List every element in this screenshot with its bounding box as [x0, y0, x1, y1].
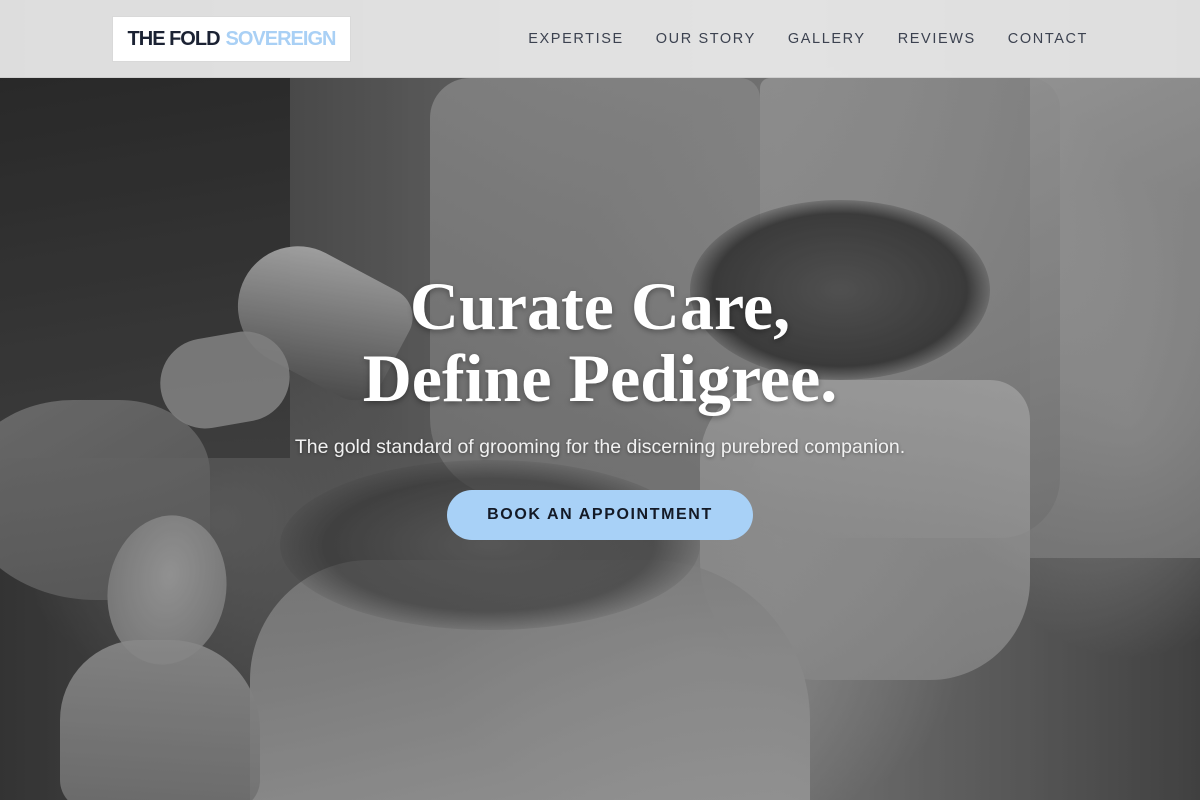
nav-link-contact[interactable]: CONTACT [1008, 31, 1088, 47]
nav-link-reviews[interactable]: REVIEWS [898, 31, 976, 47]
book-appointment-button[interactable]: BOOK AN APPOINTMENT [447, 490, 753, 540]
brand-logo[interactable]: THE FOLD SOVEREIGN [112, 16, 351, 62]
hero-content: Curate Care, Define Pedigree. The gold s… [0, 270, 1200, 540]
hero-headline-line1: Curate Care, [409, 268, 791, 344]
nav-link-gallery[interactable]: GALLERY [788, 31, 866, 47]
hero-headline-line2: Define Pedigree. [362, 340, 838, 416]
brand-name-light: SOVEREIGN [225, 27, 337, 50]
main-nav: EXPERTISE OUR STORY GALLERY REVIEWS CONT… [528, 0, 1088, 78]
nav-link-expertise[interactable]: EXPERTISE [528, 31, 624, 47]
hero-headline: Curate Care, Define Pedigree. [0, 270, 1200, 414]
nav-link-our-story[interactable]: OUR STORY [656, 31, 756, 47]
hero-subheadline: The gold standard of grooming for the di… [294, 436, 906, 458]
site-header: THE FOLD SOVEREIGN EXPERTISE OUR STORY G… [0, 0, 1200, 78]
brand-name-dark: THE FOLD [127, 27, 221, 50]
